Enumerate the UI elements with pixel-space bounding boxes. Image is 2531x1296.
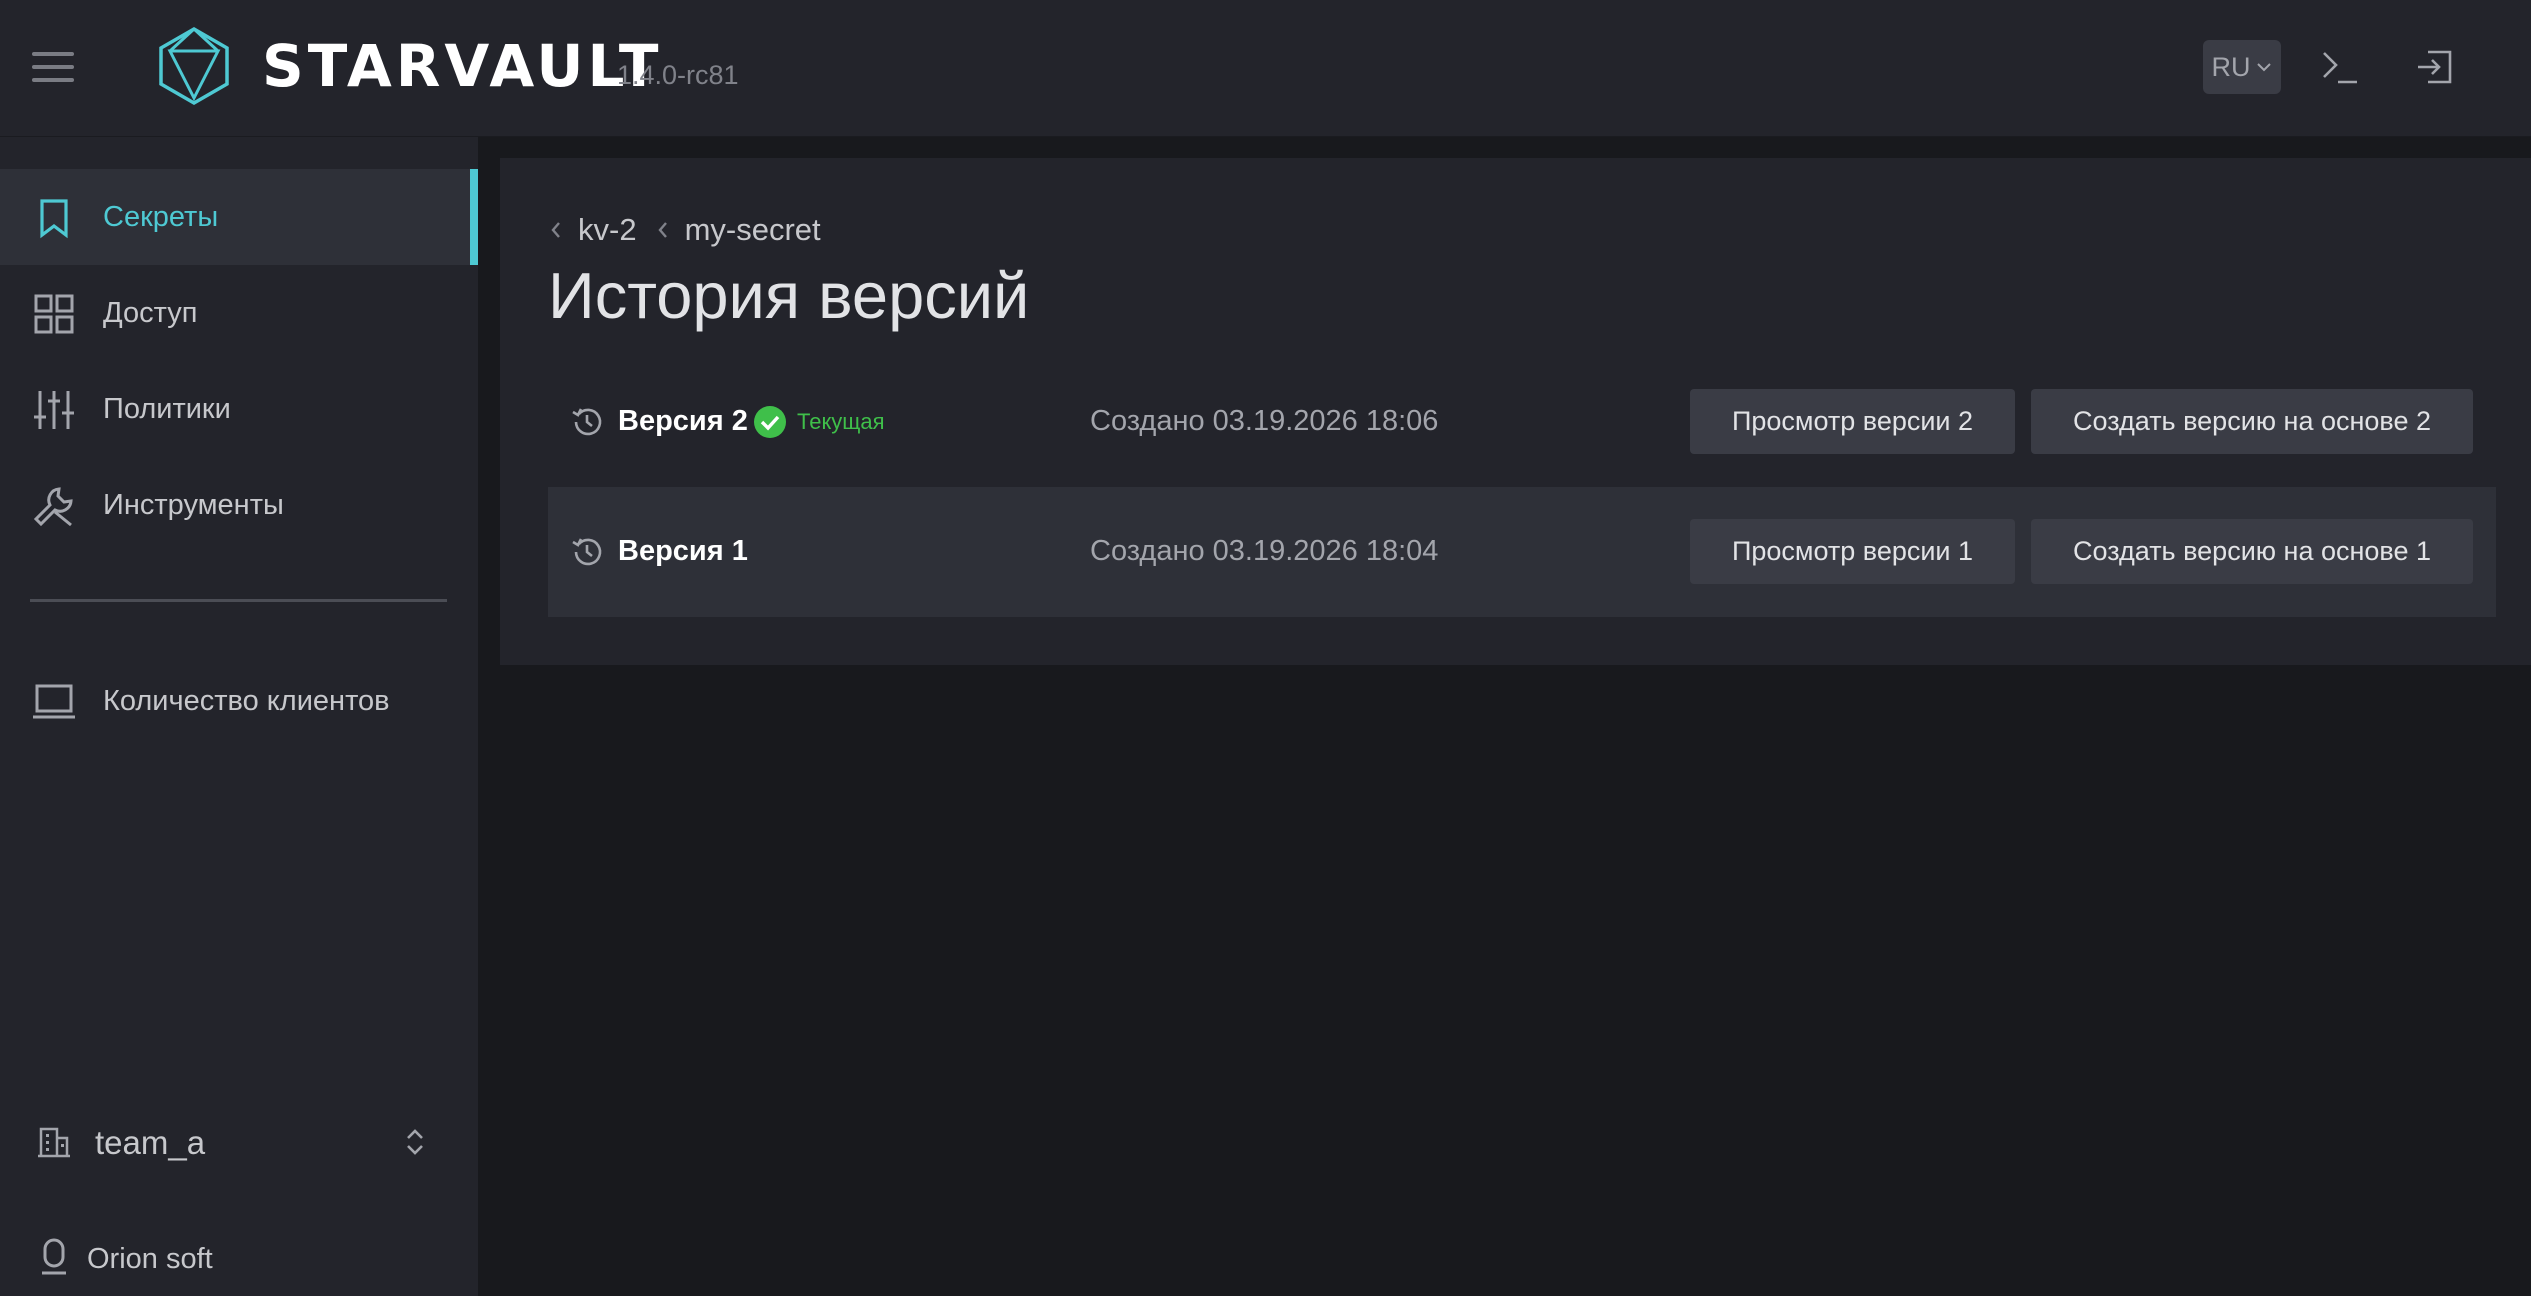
sidebar-item-label: Политики bbox=[103, 392, 231, 425]
building-icon bbox=[38, 1127, 70, 1158]
page-title: История версий bbox=[548, 259, 1030, 332]
sidebar-item-tools[interactable]: Инструменты bbox=[0, 457, 478, 553]
breadcrumb-my-secret[interactable]: my-secret bbox=[685, 212, 821, 248]
logout-icon[interactable] bbox=[2412, 44, 2458, 90]
breadcrumb-kv-2[interactable]: kv-2 bbox=[578, 212, 637, 248]
terminal-icon[interactable] bbox=[2317, 44, 2363, 90]
create-version-button[interactable]: Создать версию на основе 2 bbox=[2031, 389, 2473, 454]
sidebar-item-client-count[interactable]: Количество клиентов bbox=[0, 653, 478, 749]
laptop-icon bbox=[33, 684, 75, 719]
org-info: Orion soft bbox=[0, 1230, 478, 1286]
team-switcher[interactable]: team_a bbox=[0, 1112, 478, 1172]
chevron-up-down-icon bbox=[407, 1129, 423, 1155]
logo-text: STARVAULT bbox=[262, 32, 663, 100]
breadcrumb: kv-2 my-secret bbox=[548, 210, 839, 250]
sidebar-item-policies[interactable]: Политики bbox=[0, 361, 478, 457]
current-label: Текущая bbox=[797, 409, 885, 434]
version-label: Версия 2 bbox=[618, 405, 748, 437]
orion-logo-icon bbox=[42, 1238, 66, 1275]
sliders-icon bbox=[34, 391, 74, 429]
chevron-down-icon bbox=[2256, 63, 2271, 72]
language-select[interactable]: RU bbox=[2203, 40, 2281, 94]
top-header: STARVAULT 1.4.0-rc81 RU bbox=[0, 0, 2531, 137]
logo-icon bbox=[159, 26, 229, 106]
sidebar-item-label: Количество клиентов bbox=[103, 684, 390, 717]
sidebar-divider bbox=[30, 599, 447, 602]
sidebar: Секреты Доступ Политики Инструменты Коли… bbox=[0, 137, 478, 1296]
created-date: Создано 03.19.2026 18:06 bbox=[1090, 405, 1439, 437]
language-value: RU bbox=[2211, 51, 2251, 82]
grid-icon bbox=[34, 294, 74, 334]
sidebar-item-access[interactable]: Доступ bbox=[0, 265, 478, 361]
menu-icon[interactable] bbox=[32, 52, 74, 82]
view-version-button[interactable]: Просмотр версии 1 bbox=[1690, 519, 2015, 584]
check-circle-icon bbox=[754, 406, 786, 438]
chevron-left-icon bbox=[551, 222, 560, 238]
version-label: Версия 1 bbox=[618, 535, 748, 567]
sidebar-item-label: Инструменты bbox=[103, 488, 284, 521]
bookmark-icon bbox=[40, 199, 68, 239]
chevron-left-icon bbox=[657, 222, 667, 238]
current-badge: Текущая bbox=[753, 405, 885, 439]
sidebar-item-label: Секреты bbox=[103, 200, 219, 233]
org-name: Orion soft bbox=[87, 1243, 213, 1275]
wrench-icon bbox=[33, 487, 73, 527]
version-row: Версия 2 Текущая Создано 03.19.2026 18:0… bbox=[548, 357, 2496, 487]
view-version-button[interactable]: Просмотр версии 2 bbox=[1690, 389, 2015, 454]
create-version-button[interactable]: Создать версию на основе 1 bbox=[2031, 519, 2473, 584]
sidebar-item-label: Доступ bbox=[103, 296, 198, 329]
app-version: 1.4.0-rc81 bbox=[617, 60, 739, 90]
history-icon bbox=[572, 408, 602, 436]
history-icon bbox=[572, 538, 602, 566]
version-row: Версия 1 Создано 03.19.2026 18:04 Просмо… bbox=[548, 487, 2496, 617]
sidebar-item-secrets[interactable]: Секреты bbox=[0, 169, 478, 265]
team-name: team_a bbox=[95, 1124, 206, 1161]
created-date: Создано 03.19.2026 18:04 bbox=[1090, 535, 1439, 567]
